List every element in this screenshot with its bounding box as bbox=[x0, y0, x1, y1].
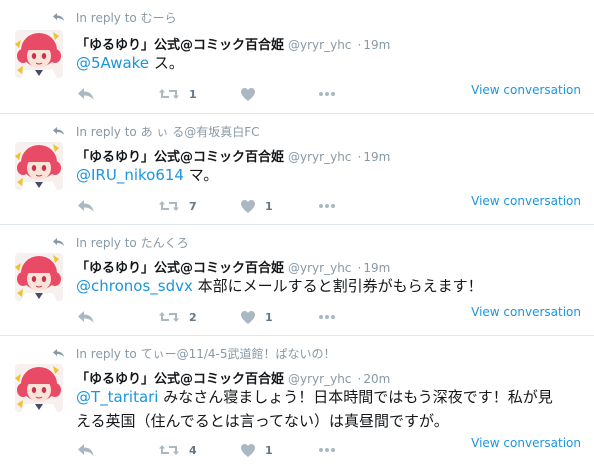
tweet-body: 本部にメールすると割引券がもらえます！ bbox=[192, 277, 483, 295]
separator-dot: · bbox=[357, 38, 362, 52]
more-button[interactable] bbox=[318, 307, 336, 327]
reply-to-prefix: In reply to bbox=[75, 11, 137, 25]
reply-context: In reply to むーら bbox=[52, 9, 177, 26]
tweet-timestamp[interactable]: 19m bbox=[363, 261, 390, 275]
separator-dot: · bbox=[357, 372, 362, 386]
tweet-item[interactable]: In reply to てぃー@11/4-5武道館！ぱないの！ 「ゆるゆり」公式… bbox=[0, 336, 594, 468]
tweet-item[interactable]: In reply to たんくろ 「ゆるゆり」公式@コミック百合姫 @yryr_y… bbox=[0, 225, 594, 336]
author-screen-name[interactable]: @yryr_yhc bbox=[288, 38, 351, 52]
reply-to-prefix: In reply to bbox=[75, 236, 137, 250]
tweet-text: @T_taritari みなさん寝ましょう！日本時間ではもう深夜です！私が見 え… bbox=[76, 385, 581, 433]
avatar[interactable] bbox=[15, 253, 63, 301]
avatar[interactable] bbox=[15, 30, 63, 78]
more-icon bbox=[318, 91, 336, 97]
tweet-timestamp[interactable]: 19m bbox=[363, 38, 390, 52]
author-screen-name[interactable]: @yryr_yhc bbox=[288, 261, 351, 275]
retweet-button[interactable]: 4 bbox=[158, 440, 197, 460]
like-count: 1 bbox=[265, 199, 273, 213]
retweet-button[interactable]: 2 bbox=[158, 307, 197, 327]
heart-icon bbox=[240, 199, 256, 214]
tweet-body: みなさん寝ましょう！日本時間ではもう深夜です！私が見 bbox=[158, 388, 553, 406]
like-button[interactable] bbox=[240, 84, 265, 104]
reply-context: In reply to てぃー@11/4-5武道館！ぱないの！ bbox=[52, 345, 336, 362]
like-count: 1 bbox=[265, 310, 273, 324]
author-screen-name[interactable]: @yryr_yhc bbox=[288, 150, 351, 164]
reply-icon bbox=[76, 86, 96, 102]
tweet-text: @5Awake ス。 bbox=[76, 51, 581, 75]
tweet-timeline: In reply to むーら 「ゆるゆり」公式@コミック百合姫 @yryr_yh… bbox=[0, 0, 594, 468]
retweet-button[interactable]: 7 bbox=[158, 196, 197, 216]
avatar[interactable] bbox=[15, 364, 63, 412]
tweet-timestamp[interactable]: 19m bbox=[363, 150, 390, 164]
tweet-timestamp[interactable]: 20m bbox=[363, 372, 390, 386]
tweet-body: マ。 bbox=[183, 166, 219, 184]
mention-link[interactable]: @chronos_sdvx bbox=[76, 277, 193, 295]
reply-to-user-link[interactable]: あ ぃ る@有坂真白FC bbox=[141, 125, 260, 139]
avatar[interactable] bbox=[15, 142, 63, 190]
reply-icon bbox=[76, 442, 96, 458]
separator-dot: · bbox=[357, 261, 362, 275]
tweet-item[interactable]: In reply to あ ぃ る@有坂真白FC 「ゆるゆり」公式@コミック百合… bbox=[0, 114, 594, 225]
more-icon bbox=[318, 447, 336, 453]
reply-button[interactable] bbox=[76, 307, 96, 327]
mention-link[interactable]: @5Awake bbox=[76, 54, 149, 72]
more-icon bbox=[318, 203, 336, 209]
like-button[interactable]: 1 bbox=[240, 440, 273, 460]
heart-icon bbox=[240, 443, 256, 458]
tweet-item[interactable]: In reply to むーら 「ゆるゆり」公式@コミック百合姫 @yryr_yh… bbox=[0, 0, 594, 114]
tweet-body: ス。 bbox=[149, 54, 184, 72]
more-button[interactable] bbox=[318, 84, 336, 104]
tweet-text: @IRU_niko614 マ。 bbox=[76, 163, 581, 187]
like-button[interactable]: 1 bbox=[240, 196, 273, 216]
retweet-button[interactable]: 1 bbox=[158, 84, 197, 104]
author-screen-name[interactable]: @yryr_yhc bbox=[288, 372, 351, 386]
retweet-icon bbox=[158, 309, 180, 325]
like-button[interactable]: 1 bbox=[240, 307, 273, 327]
mention-link[interactable]: @T_taritari bbox=[76, 388, 158, 406]
retweet-count: 7 bbox=[189, 199, 197, 213]
reply-button[interactable] bbox=[76, 440, 96, 460]
retweet-icon bbox=[158, 86, 180, 102]
reply-icon bbox=[76, 309, 96, 325]
view-conversation-link[interactable]: View conversation bbox=[471, 194, 581, 208]
reply-button[interactable] bbox=[76, 84, 96, 104]
reply-context-icon bbox=[52, 348, 66, 358]
more-button[interactable] bbox=[318, 440, 336, 460]
separator-dot: · bbox=[357, 150, 362, 164]
reply-to-prefix: In reply to bbox=[75, 125, 137, 139]
retweet-icon bbox=[158, 198, 180, 214]
reply-context: In reply to あ ぃ る@有坂真白FC bbox=[52, 123, 260, 140]
reply-context-icon bbox=[52, 12, 66, 22]
heart-icon bbox=[240, 87, 256, 102]
view-conversation-link[interactable]: View conversation bbox=[471, 305, 581, 319]
heart-icon bbox=[240, 310, 256, 325]
retweet-icon bbox=[158, 442, 180, 458]
reply-to-user-link[interactable]: むーら bbox=[141, 11, 177, 25]
retweet-count: 2 bbox=[189, 310, 197, 324]
reply-context-icon bbox=[52, 126, 66, 136]
reply-to-user-link[interactable]: たんくろ bbox=[141, 236, 189, 250]
reply-icon bbox=[76, 198, 96, 214]
reply-button[interactable] bbox=[76, 196, 96, 216]
view-conversation-link[interactable]: View conversation bbox=[471, 83, 581, 97]
reply-context-icon bbox=[52, 237, 66, 247]
retweet-count: 1 bbox=[189, 87, 197, 101]
tweet-text: @chronos_sdvx 本部にメールすると割引券がもらえます！ bbox=[76, 274, 581, 298]
view-conversation-link[interactable]: View conversation bbox=[471, 436, 581, 450]
mention-link[interactable]: @IRU_niko614 bbox=[76, 166, 184, 184]
reply-context: In reply to たんくろ bbox=[52, 234, 189, 251]
more-button[interactable] bbox=[318, 196, 336, 216]
like-count: 1 bbox=[265, 443, 273, 457]
retweet-count: 4 bbox=[189, 443, 197, 457]
tweet-body-line2: える英国（住んでるとは言ってない）は真昼間ですが。 bbox=[76, 412, 449, 430]
reply-to-prefix: In reply to bbox=[75, 347, 137, 361]
more-icon bbox=[318, 314, 336, 320]
reply-to-user-link[interactable]: てぃー@11/4-5武道館！ぱないの！ bbox=[141, 347, 336, 361]
